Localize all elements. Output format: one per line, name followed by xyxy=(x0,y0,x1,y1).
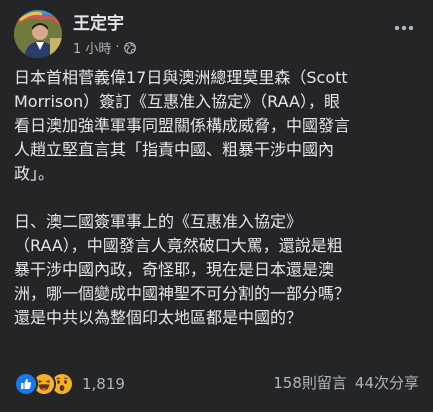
reactions-summary[interactable]: 1,819 xyxy=(14,372,125,396)
post-body: 日本首相菅義偉17日與澳洲總理莫里森（Scott Morrison）簽訂《互惠准… xyxy=(14,66,419,330)
avatar[interactable] xyxy=(14,10,62,58)
post-header: 王定宇 1 小時 · xyxy=(14,8,419,60)
post-paragraph: 日本首相菅義偉17日與澳洲總理莫里森（Scott Morrison）簽訂《互惠准… xyxy=(14,68,351,183)
meta-separator: · xyxy=(115,40,120,55)
post-time[interactable]: 1 小時 xyxy=(73,38,111,57)
facebook-post: 王定宇 1 小時 · 日本首相菅義偉17日與澳洲總理莫里森（Scott Morr… xyxy=(0,0,433,412)
reaction-count: 1,819 xyxy=(82,375,125,393)
like-icon xyxy=(14,372,38,396)
post-meta: 1 小時 · xyxy=(73,38,136,57)
post-footer: 1,819 158則留言 44次分享 xyxy=(14,368,419,398)
more-options-button[interactable] xyxy=(389,10,419,40)
engagement-stats: 158則留言 44次分享 xyxy=(273,372,419,393)
author-name[interactable]: 王定宇 xyxy=(73,9,124,34)
more-horizontal-icon xyxy=(394,16,414,35)
globe-icon xyxy=(123,41,136,54)
comments-count-link[interactable]: 158則留言 xyxy=(273,372,347,393)
shares-count-link[interactable]: 44次分享 xyxy=(355,372,419,393)
post-paragraph: 日、澳二國簽軍事上的《互惠准入協定》 （RAA），中國發言人竟然破口大罵，還說是… xyxy=(14,212,351,327)
